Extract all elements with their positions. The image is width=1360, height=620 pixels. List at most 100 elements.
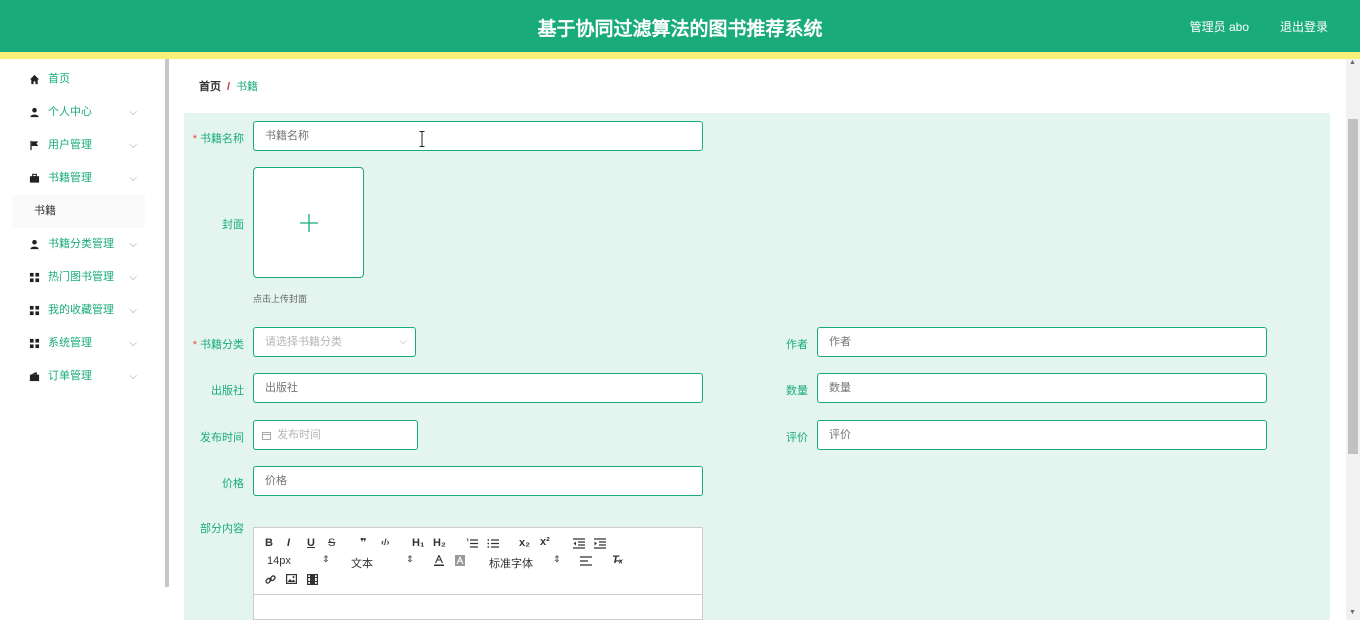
- bold-button[interactable]: B: [265, 537, 273, 549]
- chevron-down-icon: ⌵: [129, 239, 137, 250]
- sidebar-item-profile[interactable]: 个人中心 ⌵: [12, 96, 145, 129]
- chevron-down-icon: ⌵: [129, 305, 137, 316]
- chevron-down-icon: ⌵: [129, 272, 137, 283]
- main-scrollbar-thumb[interactable]: [1348, 119, 1358, 454]
- ordered-list-icon[interactable]: [466, 538, 478, 549]
- outdent-icon[interactable]: [573, 538, 585, 549]
- heading1-button[interactable]: H₁: [412, 537, 425, 549]
- subscript-button[interactable]: x₂: [519, 537, 530, 549]
- clear-format-button[interactable]: T̶ₓ: [612, 554, 623, 566]
- sidebar-item-home[interactable]: 首页: [12, 63, 145, 96]
- cover-label: 封面: [222, 219, 244, 231]
- sidebar-menu: 首页 个人中心 ⌵ 用户管理 ⌵ 书籍管理 ⌵ 书籍 书籍分类管理 ⌵ 热门图书…: [12, 63, 145, 393]
- font-color-icon[interactable]: [434, 555, 444, 566]
- user-icon: [30, 239, 39, 250]
- breadcrumb-current: 书籍: [236, 81, 259, 93]
- italic-button[interactable]: I: [287, 537, 290, 549]
- chevron-down-icon: ⌵: [399, 336, 407, 347]
- quantity-label: 数量: [786, 385, 808, 397]
- grid-icon: [29, 305, 40, 316]
- video-icon[interactable]: [307, 574, 318, 585]
- publish-date-label: 发布时间: [200, 432, 244, 444]
- chevron-down-icon: ⌵: [129, 107, 137, 118]
- publish-date-picker[interactable]: 发布时间: [253, 420, 418, 450]
- required-mark: *: [192, 339, 197, 351]
- sidebar-item-system[interactable]: 系统管理 ⌵: [12, 327, 145, 360]
- text-cursor-icon: [419, 131, 425, 147]
- publish-date-placeholder: 发布时间: [277, 429, 321, 441]
- bullet-list-icon[interactable]: [487, 538, 499, 549]
- breadcrumb-home[interactable]: 首页: [199, 81, 221, 93]
- breadcrumb: 首页 / 书籍: [199, 78, 258, 94]
- chevron-down-icon: ⌵: [129, 140, 137, 151]
- home-icon: [29, 74, 40, 85]
- text-style-select[interactable]: 文本: [351, 555, 373, 571]
- align-icon[interactable]: [580, 556, 592, 566]
- scroll-up-icon[interactable]: ▲: [1349, 59, 1356, 66]
- content-label: 部分内容: [200, 523, 244, 535]
- sidebar-item-label: 用户管理: [48, 139, 92, 151]
- app-title: 基于协同过滤算法的图书推荐系统: [537, 18, 823, 40]
- chevron-updown-icon: ⇕: [322, 554, 330, 564]
- sidebar-item-favorites[interactable]: 我的收藏管理 ⌵: [12, 294, 145, 327]
- editor-toolbar: B I U S ❞ ‹/› H₁ H₂ x₂ x² 14px ⇕ 文本 ⇕ 标准…: [254, 528, 702, 595]
- sidebar-item-label: 个人中心: [48, 106, 92, 118]
- category-select[interactable]: 请选择书籍分类 ⌵: [253, 327, 416, 357]
- rating-input[interactable]: [817, 420, 1267, 450]
- chevron-down-icon: ⌵: [129, 338, 137, 349]
- quote-button[interactable]: ❞: [360, 536, 366, 549]
- strike-button[interactable]: S: [328, 537, 335, 549]
- underline-button[interactable]: U: [307, 537, 315, 549]
- sidebar-item-label: 首页: [48, 73, 70, 85]
- main-scrollbar[interactable]: ▲ ▼: [1346, 59, 1360, 620]
- sidebar-item-label: 订单管理: [48, 370, 92, 382]
- author-label: 作者: [786, 339, 808, 351]
- chevron-down-icon: ⌵: [129, 173, 137, 184]
- grid-icon: [29, 272, 40, 283]
- font-family-select[interactable]: 标准字体: [489, 555, 533, 571]
- price-input[interactable]: [253, 466, 703, 496]
- sidebar-item-book-category[interactable]: 书籍分类管理 ⌵: [12, 228, 145, 261]
- wallet-icon: [29, 371, 40, 382]
- logout-link[interactable]: 退出登录: [1280, 18, 1328, 35]
- code-block-button[interactable]: ‹/›: [381, 537, 390, 547]
- sidebar-subitem-book[interactable]: 书籍: [12, 195, 145, 228]
- sidebar-item-label: 我的收藏管理: [48, 304, 114, 316]
- rating-label: 评价: [786, 432, 808, 444]
- top-header: 基于协同过滤算法的图书推荐系统 管理员 abo 退出登录: [0, 0, 1360, 52]
- flag-icon: [30, 140, 39, 151]
- publisher-input[interactable]: [253, 373, 703, 403]
- sidebar-scrollbar[interactable]: [165, 59, 169, 587]
- author-input[interactable]: [817, 327, 1267, 357]
- image-icon[interactable]: [286, 574, 297, 584]
- sidebar-item-label: 书籍管理: [48, 172, 92, 184]
- cover-upload-hint: 点击上传封面: [253, 294, 308, 304]
- user-icon: [30, 107, 39, 118]
- category-select-placeholder: 请选择书籍分类: [265, 336, 342, 348]
- link-icon[interactable]: [265, 574, 276, 585]
- indent-icon[interactable]: [594, 538, 606, 549]
- sidebar-item-users[interactable]: 用户管理 ⌵: [12, 129, 145, 162]
- sidebar-item-label: 热门图书管理: [48, 271, 114, 283]
- superscript-button[interactable]: x²: [540, 536, 550, 548]
- sidebar-item-label: 系统管理: [48, 337, 92, 349]
- heading2-button[interactable]: H₂: [433, 537, 446, 549]
- scroll-down-icon[interactable]: ▼: [1349, 609, 1356, 616]
- editor-content-area[interactable]: [254, 595, 702, 619]
- sidebar-item-label: 书籍分类管理: [48, 238, 114, 250]
- background-color-icon[interactable]: [455, 555, 465, 566]
- header-accent-stripe: [0, 52, 1360, 59]
- sidebar-item-popular-books[interactable]: 热门图书管理 ⌵: [12, 261, 145, 294]
- book-name-label: * 书籍名称: [192, 133, 244, 145]
- plus-icon: [300, 214, 318, 232]
- briefcase-icon: [29, 173, 40, 183]
- font-size-select[interactable]: 14px: [267, 555, 291, 567]
- category-label: * 书籍分类: [192, 339, 244, 351]
- book-name-input[interactable]: [253, 121, 703, 151]
- chevron-down-icon: ⌵: [129, 371, 137, 382]
- calendar-icon: [262, 432, 271, 440]
- quantity-input[interactable]: [817, 373, 1267, 403]
- cover-upload-button[interactable]: [253, 167, 364, 278]
- sidebar-item-orders[interactable]: 订单管理 ⌵: [12, 360, 145, 393]
- sidebar-item-books[interactable]: 书籍管理 ⌵: [12, 162, 145, 195]
